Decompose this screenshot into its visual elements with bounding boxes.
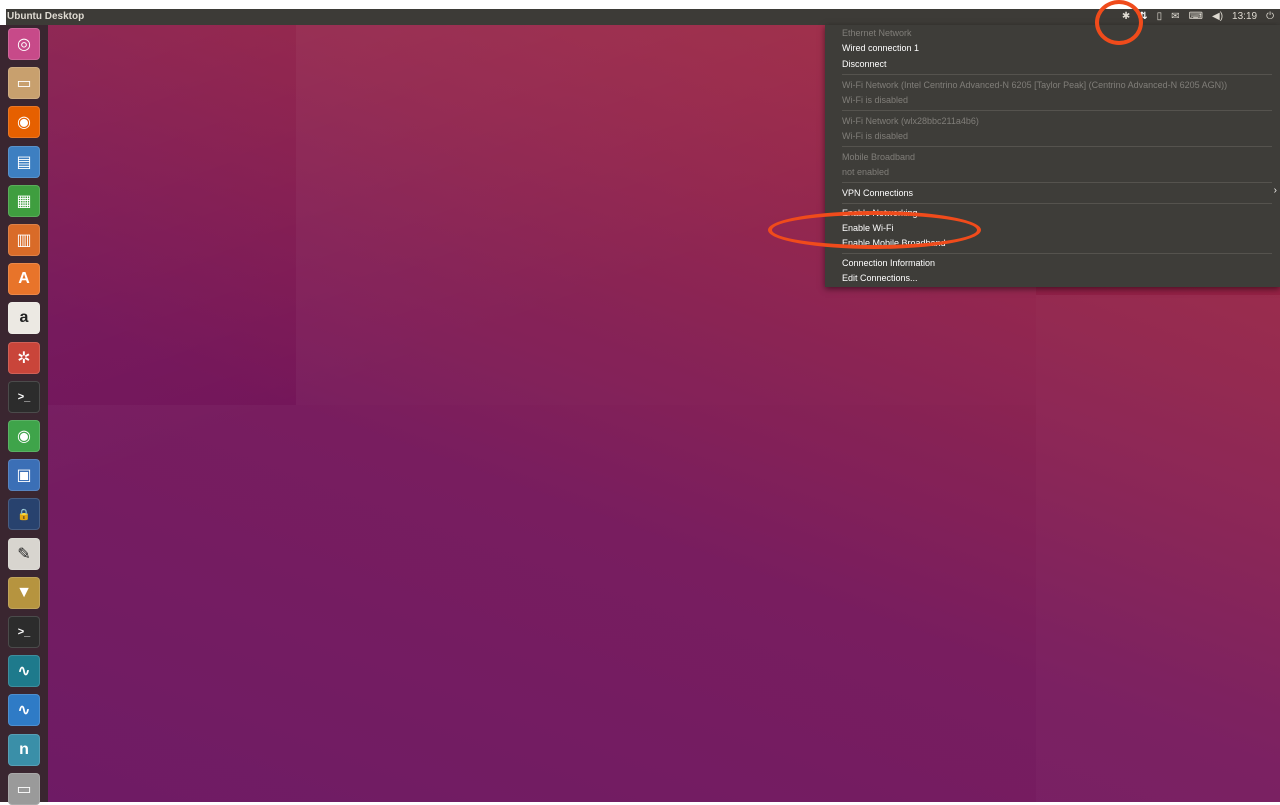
- menu-disconnect[interactable]: Disconnect: [842, 59, 887, 69]
- terminal-2-icon[interactable]: >_: [8, 616, 40, 648]
- volume-icon[interactable]: ◀): [1212, 10, 1223, 24]
- menu-ethernet-header: Ethernet Network: [842, 28, 912, 38]
- menu-separator: [842, 146, 1272, 147]
- menu-wifi-network-1: Wi-Fi Network (Intel Centrino Advanced-N…: [842, 80, 1228, 90]
- menu-wifi-network-2: Wi-Fi Network (wlx28bbc211a4b6): [842, 116, 979, 126]
- top-panel: Ubuntu Desktop ✱ ⇅ ▯ ✉ ⌨ ◀) 13:19 ⏻: [6, 9, 1280, 25]
- software-center-icon[interactable]: A: [8, 263, 40, 296]
- system-settings-icon[interactable]: ✲: [8, 341, 40, 374]
- virtualbox-icon[interactable]: ▣: [8, 459, 40, 492]
- calc-icon[interactable]: ▦: [8, 184, 40, 217]
- system-tray: ✱ ⇅ ▯ ✉ ⌨ ◀) 13:19 ⏻: [1122, 10, 1274, 24]
- wallpaper-facet: [46, 405, 1036, 802]
- trash-icon[interactable]: ▭: [8, 772, 40, 805]
- annotation-ring-network-icon: [1095, 0, 1143, 45]
- wallpaper-facet: [1036, 295, 1280, 802]
- menu-separator: [842, 110, 1272, 111]
- menu-vpn-connections[interactable]: VPN Connections: [842, 188, 913, 198]
- files-icon[interactable]: ▭: [8, 67, 40, 100]
- writer-icon[interactable]: ▤: [8, 145, 40, 178]
- nautilus-n-icon[interactable]: n: [8, 733, 40, 766]
- oscilloscope-icon[interactable]: ∿: [8, 655, 40, 688]
- menu-separator: [842, 203, 1272, 204]
- amazon-icon[interactable]: a: [8, 302, 40, 335]
- clock[interactable]: 13:19: [1232, 10, 1257, 24]
- menu-wired-connection[interactable]: Wired connection 1: [842, 43, 919, 53]
- power-icon[interactable]: ⏻: [1266, 10, 1274, 24]
- menu-separator: [842, 182, 1272, 183]
- impress-icon[interactable]: ▥: [8, 224, 40, 256]
- annotation-ring-enable-wifi: [768, 211, 981, 249]
- terminal-icon[interactable]: >_: [8, 380, 40, 413]
- text-editor-icon[interactable]: ✎: [8, 537, 40, 570]
- menu-wifi-disabled-2: Wi-Fi is disabled: [842, 131, 909, 141]
- archive-manager-icon[interactable]: ▼: [8, 576, 40, 609]
- vpn-lock-icon[interactable]: 🔒: [8, 498, 40, 531]
- chrome-icon[interactable]: ◉: [8, 420, 40, 452]
- menu-not-enabled: not enabled: [842, 167, 890, 177]
- keyboard-icon[interactable]: ⌨: [1189, 10, 1203, 24]
- battery-icon[interactable]: ▯: [1157, 10, 1163, 24]
- menu-wifi-disabled-1: Wi-Fi is disabled: [842, 95, 909, 105]
- chevron-right-icon: ›: [1273, 185, 1277, 196]
- dash-home-icon[interactable]: ◎: [8, 28, 40, 60]
- menu-separator: [842, 253, 1272, 254]
- menu-connection-information[interactable]: Connection Information: [842, 258, 935, 268]
- panel-title: Ubuntu Desktop: [7, 11, 85, 22]
- launcher: ◎ ▭ ◉ ▤ ▦ ▥ Aa ✲ >_ ◉ ▣ 🔒 ✎ ▼ >_ ∿ ∿ n ▭: [0, 25, 48, 805]
- monitor-icon[interactable]: ∿: [8, 694, 40, 727]
- firefox-icon[interactable]: ◉: [8, 106, 40, 139]
- menu-separator: [842, 74, 1272, 75]
- menu-mobile-broadband: Mobile Broadband: [842, 152, 916, 162]
- menu-edit-connections[interactable]: Edit Connections...: [842, 273, 918, 283]
- mail-icon[interactable]: ✉: [1171, 10, 1179, 24]
